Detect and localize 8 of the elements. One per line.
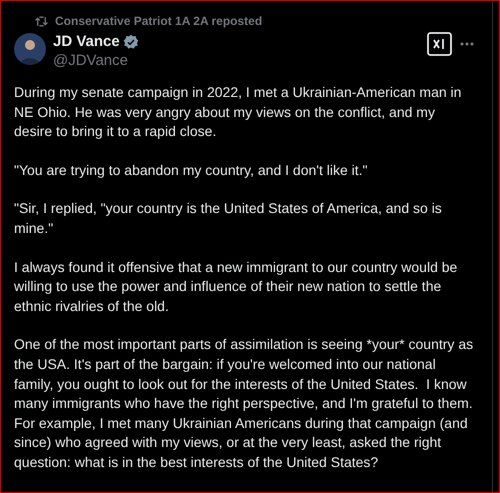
author-handle[interactable]: @JDVance xyxy=(53,51,427,70)
post-paragraph: During my senate campaign in 2022, I met a Ukrainian-American man in NE Ohio. He was very angry about my views on the conflict, and my desire to bring it to a rapid close. xyxy=(14,83,462,142)
post-paragraph: "You are trying to abandon my country, and I don't like it." xyxy=(14,160,368,180)
post-paragraph: One of the most important parts of assimilation is seeing *your* country as the USA. It's part of the bargain: if you're welcomed into our national family, you ought to look out for the interests of the United States. I know many immigrants who have the right perspective, and I'm grateful to them. For example, I met many Ukrainian Americans during that campaign (and since) who agreed with my views, or at the very least, asked the right question: what is in the best interests of the United States? xyxy=(14,335,474,472)
post-paragraph: "Sir, I replied, "your country is the United States of America, and so is mine." xyxy=(14,199,443,238)
post-paragraph: I always found it offensive that a new immigrant to our country would be willing to use the power and influence of their new nation to settle the ethnic rivalries of the old. xyxy=(14,258,458,316)
repost-label: Conservative Patriot 1A 2A reposted xyxy=(55,13,262,30)
author-name[interactable]: JD Vance xyxy=(53,32,120,51)
